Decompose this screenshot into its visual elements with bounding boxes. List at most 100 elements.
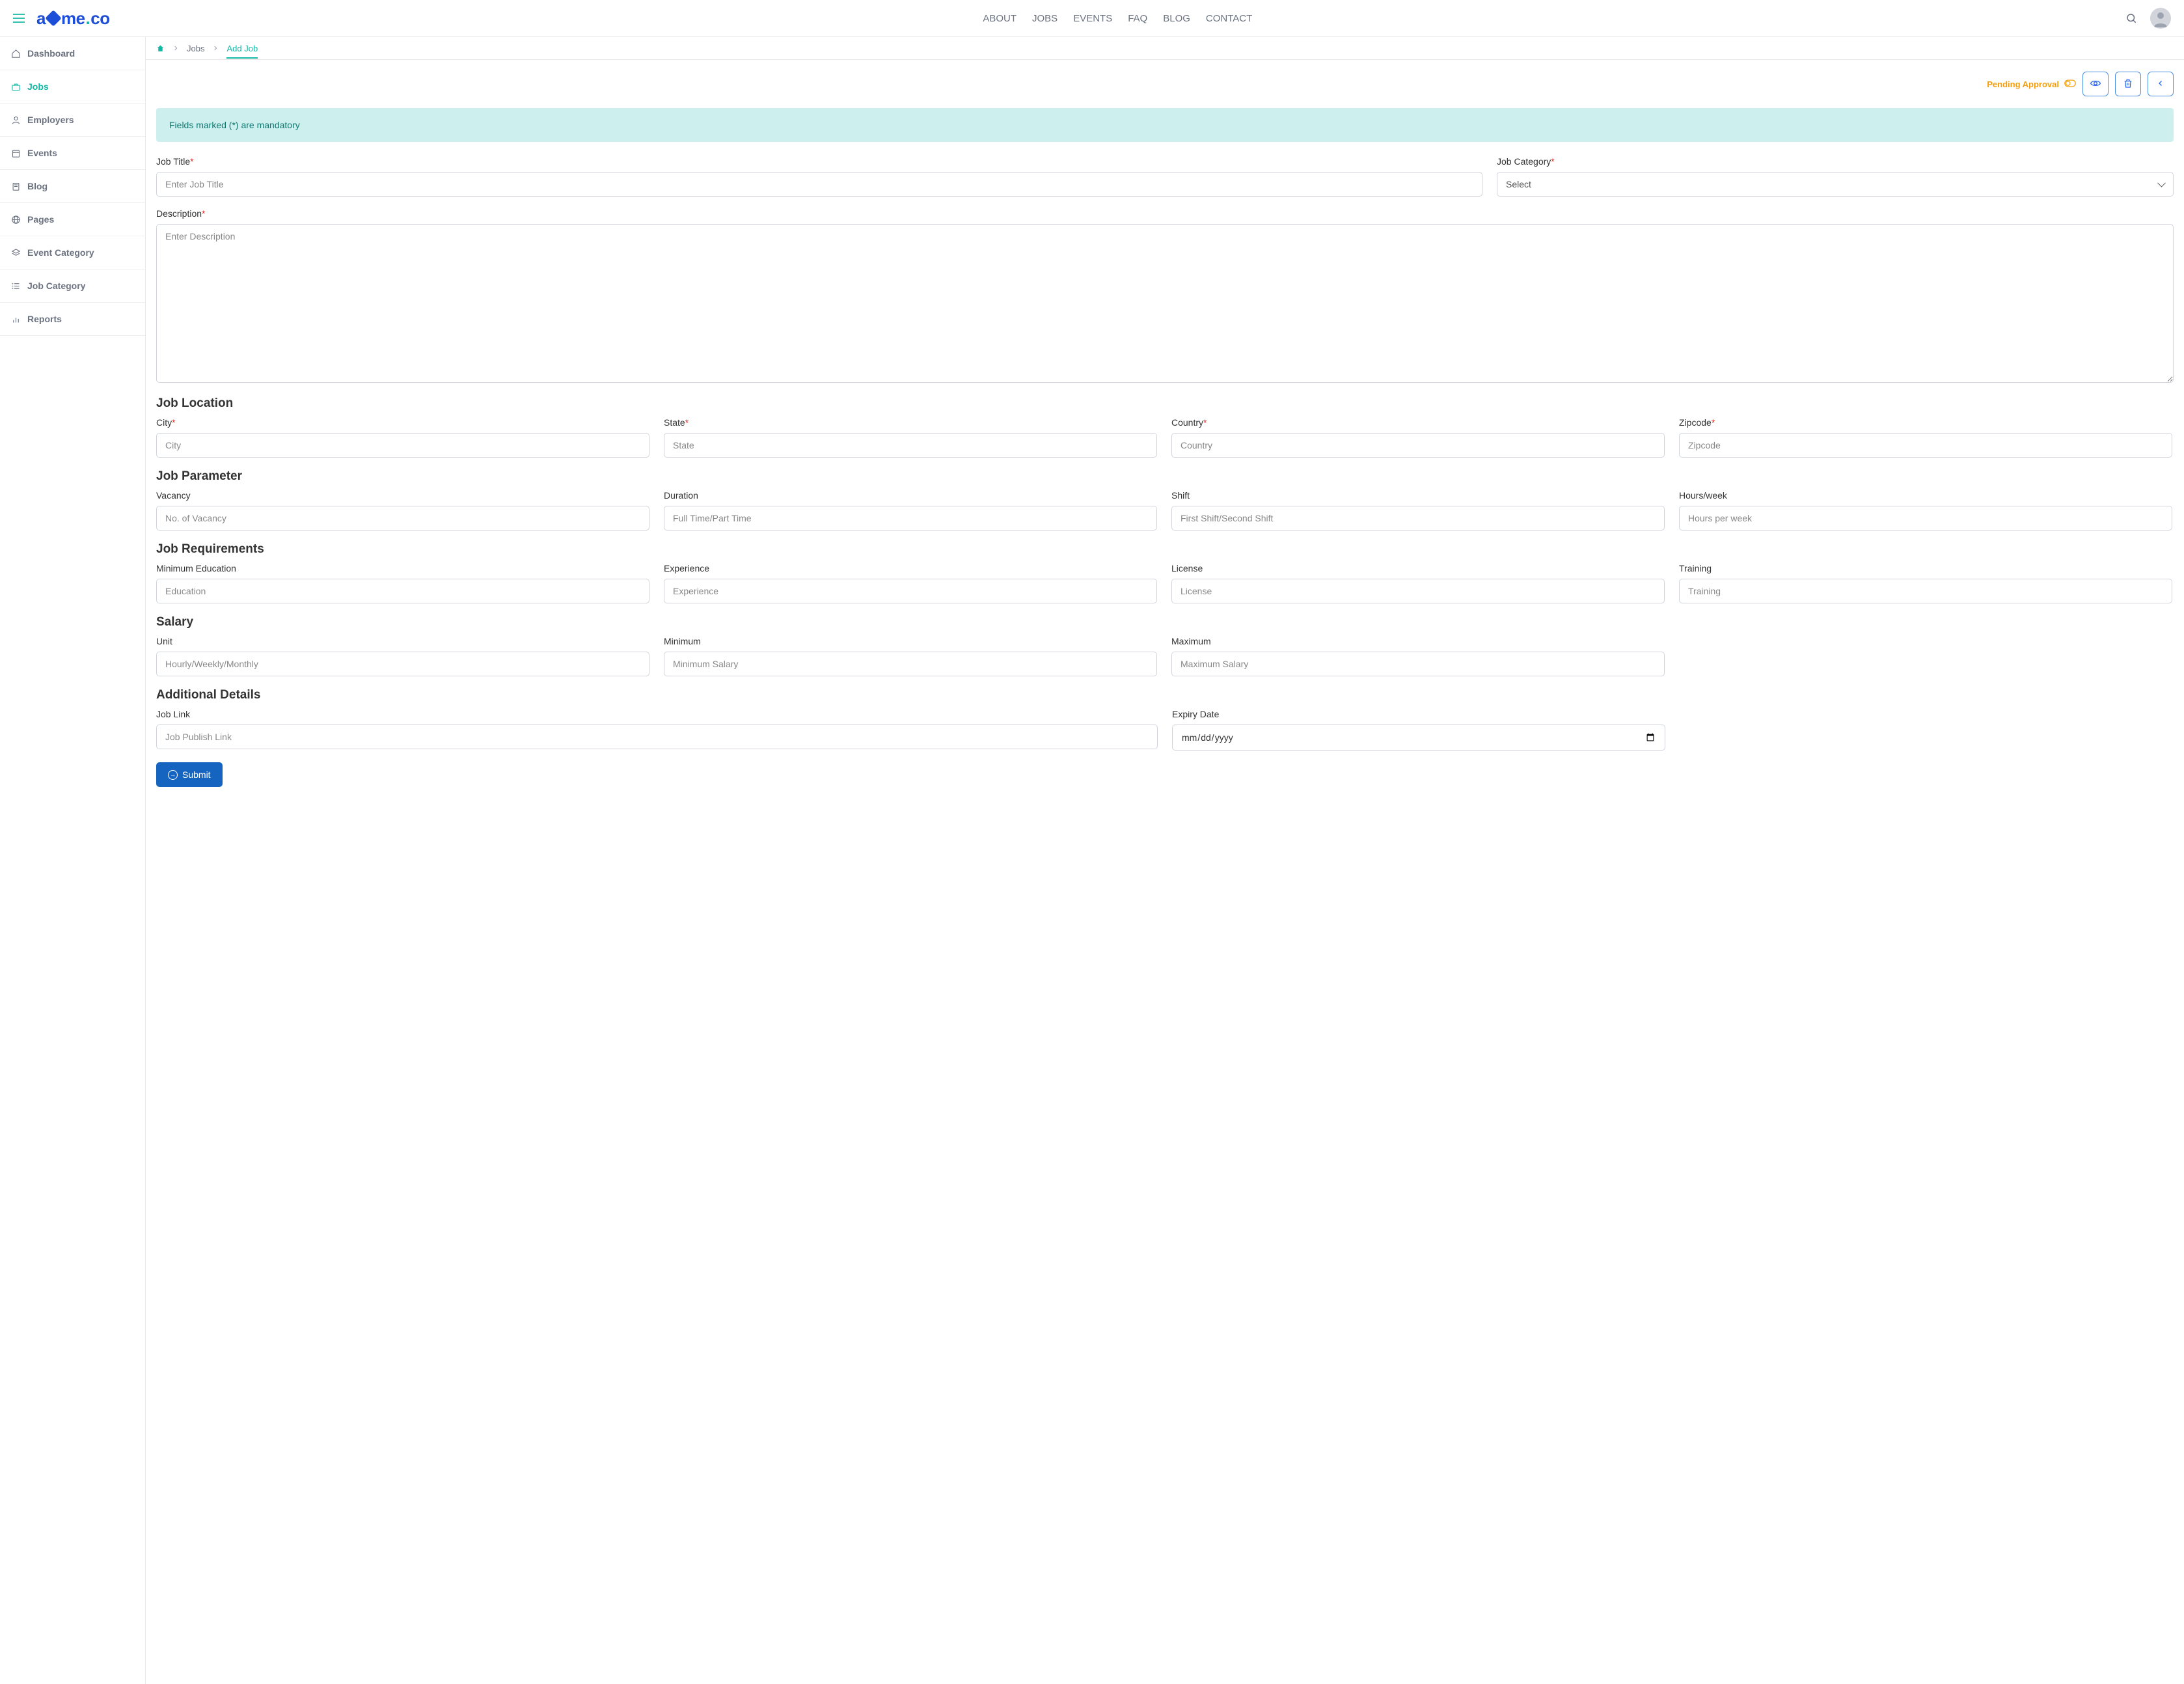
sidebar: Dashboard Jobs Employers Events Blog Pag… bbox=[0, 37, 146, 1684]
expiry-input[interactable] bbox=[1172, 725, 1665, 751]
sidebar-item-events[interactable]: Events bbox=[0, 137, 145, 170]
education-label: Minimum Education bbox=[156, 563, 649, 573]
shift-label: Shift bbox=[1171, 490, 1665, 501]
header: a me . co ABOUT JOBS EVENTS FAQ BLOG CON… bbox=[0, 0, 2184, 37]
nav-events[interactable]: EVENTS bbox=[1073, 13, 1112, 24]
user-icon bbox=[10, 115, 21, 125]
nav-about[interactable]: ABOUT bbox=[983, 13, 1017, 24]
vacancy-input[interactable] bbox=[156, 506, 649, 531]
top-nav: ABOUT JOBS EVENTS FAQ BLOG CONTACT bbox=[110, 13, 2125, 24]
breadcrumb-home-icon[interactable] bbox=[156, 44, 165, 53]
sidebar-item-pages[interactable]: Pages bbox=[0, 203, 145, 236]
shift-input[interactable] bbox=[1171, 506, 1665, 531]
duration-label: Duration bbox=[664, 490, 1157, 501]
breadcrumb: Jobs Add Job bbox=[146, 37, 2184, 60]
sidebar-item-employers[interactable]: Employers bbox=[0, 104, 145, 137]
training-input[interactable] bbox=[1679, 579, 2172, 603]
sidebar-item-reports[interactable]: Reports bbox=[0, 303, 145, 336]
main: Jobs Add Job Pending Approval Fields mar… bbox=[146, 37, 2184, 1684]
hours-input[interactable] bbox=[1679, 506, 2172, 531]
unit-label: Unit bbox=[156, 636, 649, 646]
sidebar-item-label: Blog bbox=[27, 181, 48, 191]
license-input[interactable] bbox=[1171, 579, 1665, 603]
unit-input[interactable] bbox=[156, 652, 649, 676]
city-input[interactable] bbox=[156, 433, 649, 458]
sidebar-item-label: Reports bbox=[27, 314, 62, 324]
sidebar-item-event-category[interactable]: Event Category bbox=[0, 236, 145, 269]
experience-label: Experience bbox=[664, 563, 1157, 573]
delete-button[interactable] bbox=[2115, 72, 2141, 96]
back-button[interactable] bbox=[2148, 72, 2174, 96]
chevron-left-icon bbox=[2157, 79, 2164, 90]
logo-text: co bbox=[90, 8, 109, 29]
minimum-label: Minimum bbox=[664, 636, 1157, 646]
logo-dot: . bbox=[86, 8, 90, 29]
content: Fields marked (*) are mandatory Job Titl… bbox=[146, 103, 2184, 813]
license-label: License bbox=[1171, 563, 1665, 573]
vacancy-label: Vacancy bbox=[156, 490, 649, 501]
nav-blog[interactable]: BLOG bbox=[1163, 13, 1190, 24]
logo-text: me bbox=[61, 8, 85, 29]
maximum-label: Maximum bbox=[1171, 636, 1665, 646]
submit-button[interactable]: → Submit bbox=[156, 762, 223, 787]
sidebar-item-label: Event Category bbox=[27, 247, 94, 258]
pending-label: Pending Approval bbox=[1987, 79, 2059, 89]
section-location: Job Location bbox=[156, 396, 2174, 411]
nav-contact[interactable]: CONTACT bbox=[1206, 13, 1252, 24]
calendar-icon bbox=[10, 148, 21, 158]
experience-input[interactable] bbox=[664, 579, 1157, 603]
minimum-input[interactable] bbox=[664, 652, 1157, 676]
city-label: City* bbox=[156, 417, 649, 428]
user-avatar[interactable] bbox=[2150, 8, 2171, 29]
zipcode-input[interactable] bbox=[1679, 433, 2172, 458]
logo[interactable]: a me . co bbox=[36, 8, 110, 29]
nav-faq[interactable]: FAQ bbox=[1128, 13, 1147, 24]
job-category-select[interactable]: Select bbox=[1497, 172, 2174, 197]
logo-diamond-icon bbox=[45, 10, 61, 26]
pending-approval-badge: Pending Approval bbox=[1987, 79, 2076, 89]
training-label: Training bbox=[1679, 563, 2172, 573]
section-parameter: Job Parameter bbox=[156, 469, 2174, 484]
zipcode-label: Zipcode* bbox=[1679, 417, 2172, 428]
toggle-icon[interactable] bbox=[2064, 79, 2076, 89]
sidebar-item-dashboard[interactable]: Dashboard bbox=[0, 37, 145, 70]
education-input[interactable] bbox=[156, 579, 649, 603]
menu-toggle-icon[interactable] bbox=[13, 14, 25, 23]
description-textarea[interactable] bbox=[156, 224, 2174, 383]
home-icon bbox=[10, 49, 21, 59]
description-label: Description* bbox=[156, 208, 2174, 219]
sidebar-item-label: Job Category bbox=[27, 281, 85, 291]
duration-input[interactable] bbox=[664, 506, 1157, 531]
state-input[interactable] bbox=[664, 433, 1157, 458]
trash-icon bbox=[2123, 77, 2133, 91]
sidebar-item-label: Events bbox=[27, 148, 57, 158]
sidebar-item-label: Pages bbox=[27, 214, 54, 225]
sidebar-item-blog[interactable]: Blog bbox=[0, 170, 145, 203]
globe-icon bbox=[10, 215, 21, 225]
arrow-right-circle-icon: → bbox=[168, 770, 178, 780]
chart-icon bbox=[10, 314, 21, 324]
mandatory-notice: Fields marked (*) are mandatory bbox=[156, 108, 2174, 142]
expiry-label: Expiry Date bbox=[1172, 709, 1665, 719]
chevron-right-icon bbox=[212, 45, 219, 51]
sidebar-item-job-category[interactable]: Job Category bbox=[0, 269, 145, 303]
nav-jobs[interactable]: JOBS bbox=[1032, 13, 1058, 24]
sidebar-item-jobs[interactable]: Jobs bbox=[0, 70, 145, 104]
eye-icon bbox=[2090, 77, 2101, 91]
toolbar: Pending Approval bbox=[146, 60, 2184, 103]
country-label: Country* bbox=[1171, 417, 1665, 428]
maximum-input[interactable] bbox=[1171, 652, 1665, 676]
search-icon[interactable] bbox=[2125, 12, 2137, 24]
breadcrumb-jobs[interactable]: Jobs bbox=[187, 44, 204, 53]
submit-label: Submit bbox=[182, 769, 211, 780]
job-link-input[interactable] bbox=[156, 725, 1158, 749]
section-additional: Additional Details bbox=[156, 688, 2174, 702]
country-input[interactable] bbox=[1171, 433, 1665, 458]
sidebar-item-label: Dashboard bbox=[27, 48, 75, 59]
job-title-label: Job Title* bbox=[156, 156, 1482, 167]
header-right bbox=[2125, 8, 2171, 29]
preview-button[interactable] bbox=[2082, 72, 2109, 96]
state-label: State* bbox=[664, 417, 1157, 428]
job-title-input[interactable] bbox=[156, 172, 1482, 197]
hours-label: Hours/week bbox=[1679, 490, 2172, 501]
